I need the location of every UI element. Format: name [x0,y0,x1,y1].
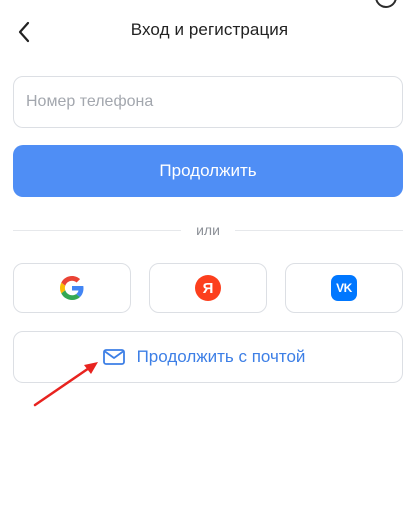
continue-button[interactable]: Продолжить [13,145,403,197]
envelope-icon [102,349,125,365]
vk-icon: VK [331,275,357,301]
divider-line-right [235,230,403,231]
page-title: Вход и регистрация [130,20,289,39]
phone-input[interactable] [13,76,403,128]
header: Вход и регистрация [0,0,419,62]
vk-login-button[interactable]: VK [285,263,403,313]
or-divider: или [13,222,403,238]
google-icon [60,276,84,300]
email-button-label: Продолжить с почтой [136,347,306,366]
login-screen: Вход и регистрация Продолжить или Я VK П… [0,0,419,524]
annotation-arrow-icon [33,362,98,407]
yandex-login-button[interactable]: Я [149,263,267,313]
yandex-icon: Я [195,275,221,301]
google-login-button[interactable] [13,263,131,313]
